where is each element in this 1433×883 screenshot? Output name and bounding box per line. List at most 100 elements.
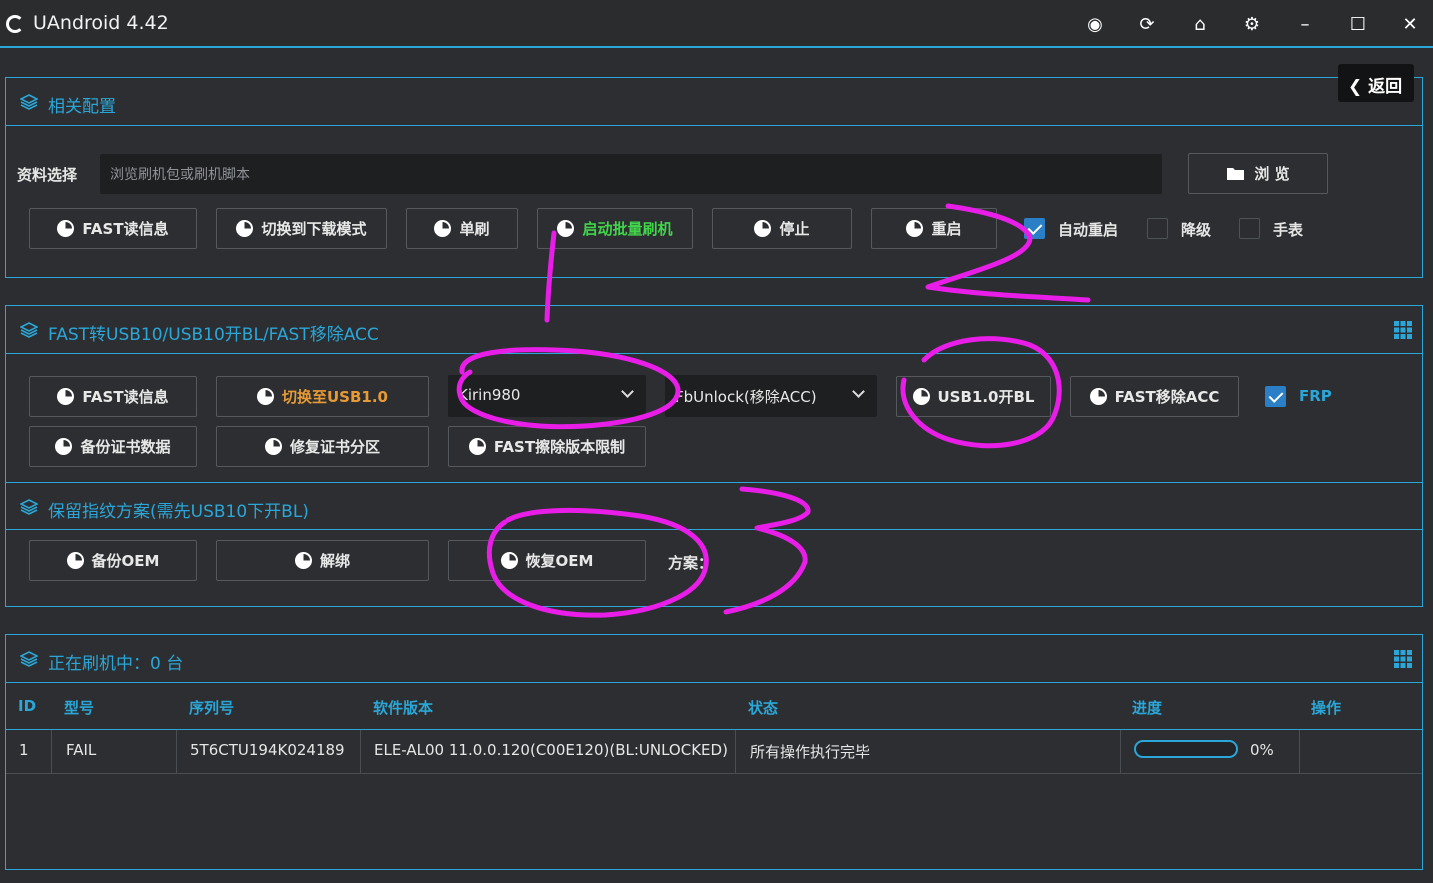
browse-button[interactable]: 浏 览 (1188, 153, 1328, 194)
downgrade-checkbox[interactable] (1147, 218, 1168, 239)
button-label: FAST擦除版本限制 (493, 438, 626, 456)
globe-icon[interactable]: ◉ (1080, 10, 1110, 40)
switch-download-mode-button[interactable]: 切换到下载模式 (216, 208, 387, 249)
reboot-button[interactable]: 重启 (871, 208, 997, 249)
browse-label: 浏 览 (1254, 165, 1290, 183)
pie-icon (57, 220, 75, 237)
repair-cert-partition-button[interactable]: 修复证书分区 (216, 426, 429, 467)
watch-checkbox[interactable] (1239, 218, 1260, 239)
col-divider (1120, 730, 1121, 773)
col-divider (176, 730, 177, 773)
row-progress-text: 0% (1250, 741, 1274, 759)
button-label: 切换到下载模式 (261, 220, 367, 238)
pie-icon (55, 438, 73, 455)
downgrade-label: 降级 (1181, 221, 1212, 239)
minimize-icon[interactable]: – (1290, 10, 1320, 40)
button-label: 切换至USB1.0 (282, 388, 388, 406)
col-version: 软件版本 (373, 699, 434, 717)
chip-select[interactable]: Kirin980 (448, 375, 646, 417)
pie-icon (906, 220, 924, 237)
pie-icon (264, 438, 282, 455)
fingerprint-title: 保留指纹方案(需先USB10下开BL) (48, 502, 309, 522)
pie-icon (66, 552, 84, 569)
frp-checkbox[interactable] (1265, 386, 1286, 407)
back-button[interactable]: ❮ 返回 (1338, 64, 1414, 102)
pie-icon (500, 552, 518, 569)
folder-icon (1227, 167, 1245, 180)
layers-icon (20, 651, 38, 667)
watch-label: 手表 (1273, 221, 1304, 239)
fast-remove-acc-button[interactable]: FAST移除ACC (1070, 376, 1239, 417)
frp-label: FRP (1299, 387, 1332, 405)
col-id: ID (18, 697, 37, 715)
home-icon[interactable]: ⌂ (1185, 10, 1215, 40)
fast-erase-version-button[interactable]: FAST擦除版本限制 (448, 426, 646, 467)
row-serial: 5T6CTU194K024189 (190, 741, 345, 759)
pie-icon (1089, 388, 1107, 405)
button-label: 启动批量刷机 (582, 220, 673, 238)
fast-read-info-button-2[interactable]: FAST读信息 (29, 376, 197, 417)
row-status: 所有操作执行完毕 (750, 743, 871, 761)
pie-icon (754, 220, 772, 237)
auto-reboot-label: 自动重启 (1058, 221, 1119, 239)
back-label: 返回 (1368, 77, 1403, 97)
fingerprint-header: 保留指纹方案(需先USB10下开BL) (6, 482, 1422, 530)
grid-icon[interactable] (1394, 650, 1412, 668)
layers-icon (20, 499, 38, 515)
button-label: USB1.0开BL (937, 388, 1035, 406)
refresh-icon[interactable]: ⟳ (1132, 10, 1162, 40)
maximize-icon[interactable]: ☐ (1343, 10, 1373, 40)
chevron-down-icon (852, 385, 865, 398)
auto-reboot-checkbox[interactable] (1024, 218, 1045, 239)
pie-icon (434, 220, 452, 237)
backup-oem-button[interactable]: 备份OEM (29, 540, 197, 581)
gear-icon[interactable]: ⚙ (1237, 10, 1267, 40)
grid-icon[interactable] (1394, 321, 1412, 339)
pie-icon (468, 438, 486, 455)
unlock-method-select[interactable]: FbUnlock(移除ACC) (665, 375, 877, 417)
stop-button[interactable]: 停止 (712, 208, 852, 249)
app-logo-icon (6, 15, 24, 33)
file-path-input[interactable]: 浏览刷机包或刷机脚本 (100, 154, 1162, 194)
scheme-label: 方案： (668, 554, 714, 572)
layers-icon (20, 94, 38, 110)
fast-header: FAST转USB10/USB10开BL/FAST移除ACC (6, 306, 1422, 354)
col-divider (735, 730, 736, 773)
col-model: 型号 (64, 699, 95, 717)
button-label: FAST读信息 (82, 388, 169, 406)
single-flash-button[interactable]: 单刷 (406, 208, 518, 249)
batch-flash-button[interactable]: 启动批量刷机 (537, 208, 693, 249)
col-status: 状态 (748, 699, 779, 717)
row-version: ELE-AL00 11.0.0.120(C00E120)(BL:UNLOCKED… (374, 741, 728, 759)
table-row-divider (6, 773, 1422, 774)
layers-icon (20, 322, 38, 338)
col-serial: 序列号 (189, 699, 235, 717)
pie-icon (294, 552, 312, 569)
pie-icon (236, 220, 254, 237)
pie-icon (257, 388, 274, 405)
button-label: 恢复OEM (525, 552, 594, 570)
row-id: 1 (19, 741, 29, 759)
chip-select-value: Kirin980 (458, 386, 521, 404)
button-label: 单刷 (459, 220, 490, 238)
restore-oem-button[interactable]: 恢复OEM (448, 540, 646, 581)
fast-read-info-button[interactable]: FAST读信息 (29, 208, 197, 249)
close-icon[interactable]: ✕ (1395, 10, 1425, 40)
col-divider (51, 730, 52, 773)
button-label: FAST移除ACC (1114, 388, 1220, 406)
backup-cert-button[interactable]: 备份证书数据 (29, 426, 197, 467)
file-select-label: 资料选择 (17, 166, 78, 184)
unbind-button[interactable]: 解绑 (216, 540, 429, 581)
devices-title: 正在刷机中：0 台 (48, 654, 184, 674)
pie-icon (57, 388, 75, 405)
button-label: 备份证书数据 (80, 438, 171, 456)
button-label: 修复证书分区 (289, 438, 380, 456)
row-model: FAIL (66, 741, 97, 759)
config-title: 相关配置 (48, 97, 116, 117)
app-title: UAndroid 4.42 (33, 12, 169, 34)
usb10-unlock-bl-button[interactable]: USB1.0开BL (896, 376, 1051, 417)
pie-icon (557, 220, 575, 237)
button-label: FAST读信息 (82, 220, 169, 238)
switch-usb10-button[interactable]: 切换至USB1.0 (216, 376, 429, 417)
pie-icon (912, 388, 930, 405)
